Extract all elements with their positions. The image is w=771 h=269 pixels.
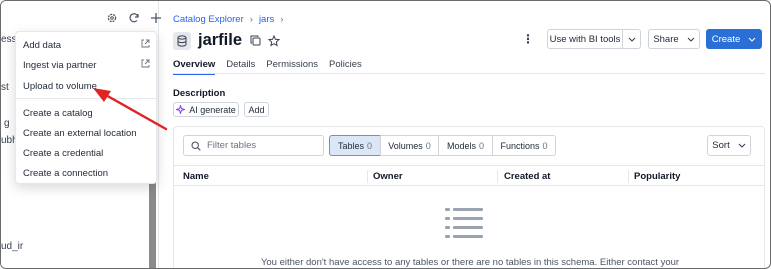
page-title: jarfile xyxy=(198,31,243,49)
sparkle-icon xyxy=(176,105,186,114)
menu-item-label: Create a connection xyxy=(23,167,109,179)
segment-label: Functions xyxy=(500,140,540,151)
chevron-down-icon xyxy=(748,37,756,42)
empty-list-icon xyxy=(445,208,483,238)
column-divider xyxy=(367,170,368,183)
segment-functions[interactable]: Functions 0 xyxy=(492,135,556,156)
breadcrumb: Catalog Explorer › jars › xyxy=(173,14,283,25)
breadcrumb-separator-icon: › xyxy=(280,14,284,25)
menu-item-add-data[interactable]: Add data xyxy=(16,35,156,55)
menu-item-label: Create an external location xyxy=(23,127,137,139)
sidebar-clipped-text: g xyxy=(4,118,10,129)
create-button[interactable]: Create xyxy=(706,29,762,49)
menu-item-label: Ingest via partner xyxy=(23,59,97,71)
segment-count: 0 xyxy=(367,140,373,151)
bi-tools-dropdown-button[interactable] xyxy=(623,29,641,49)
schema-icon xyxy=(173,31,191,50)
menu-item-label: Add data xyxy=(23,39,62,51)
chevron-down-icon xyxy=(687,37,695,42)
plus-icon[interactable] xyxy=(149,11,163,25)
menu-item-ingest-via-partner[interactable]: Ingest via partner xyxy=(16,55,156,75)
menu-item-label: Create a catalog xyxy=(23,107,93,119)
menu-item-label: Upload to volume xyxy=(23,80,97,92)
menu-item-label: Create a credential xyxy=(23,147,104,159)
column-owner[interactable]: Owner xyxy=(373,171,403,182)
chevron-down-icon xyxy=(738,143,746,148)
segment-count: 0 xyxy=(542,140,548,151)
column-popularity[interactable]: Popularity xyxy=(634,171,680,182)
share-button-label: Share xyxy=(653,33,679,45)
filter-tables-input[interactable] xyxy=(207,140,317,151)
tab-divider xyxy=(173,73,765,74)
column-divider xyxy=(497,170,498,183)
chevron-down-icon xyxy=(628,37,635,42)
breadcrumb-separator-icon: › xyxy=(249,14,253,25)
header-actions: ⋮ Use with BI tools Share Create xyxy=(521,29,762,49)
table-header: Name Owner Created at Popularity xyxy=(174,165,764,186)
gear-icon[interactable] xyxy=(105,11,119,25)
ai-generate-label: AI generate xyxy=(189,104,236,115)
breadcrumb-schema[interactable]: jars xyxy=(259,14,274,25)
segment-volumes[interactable]: Volumes 0 xyxy=(380,135,439,156)
search-icon xyxy=(191,140,201,151)
menu-item-upload-to-volume[interactable]: Upload to volume xyxy=(16,76,156,96)
menu-item-create-catalog[interactable]: Create a catalog xyxy=(16,103,156,123)
segment-label: Models xyxy=(446,140,476,151)
segment-label: Volumes xyxy=(388,140,423,151)
create-button-label: Create xyxy=(711,33,741,45)
refresh-icon[interactable] xyxy=(127,11,141,25)
menu-item-create-connection[interactable]: Create a connection xyxy=(16,163,156,183)
menu-item-create-credential[interactable]: Create a credential xyxy=(16,143,156,163)
kebab-menu-icon[interactable]: ⋮ xyxy=(521,29,535,49)
column-created-at[interactable]: Created at xyxy=(504,171,550,182)
column-name[interactable]: Name xyxy=(183,171,209,182)
menu-divider xyxy=(16,98,156,99)
external-link-icon xyxy=(141,39,151,49)
segment-tables[interactable]: Tables 0 xyxy=(329,135,381,156)
description-actions: AI generate Add xyxy=(173,102,269,117)
sort-label: Sort xyxy=(712,140,730,151)
window-frame: ess st g ubh ud_ir Add data Ingest via p… xyxy=(0,0,771,269)
sidebar-toolbar xyxy=(105,11,163,25)
title-row: jarfile xyxy=(173,31,281,50)
sort-button[interactable]: Sort xyxy=(707,135,751,156)
add-dropdown-menu: Add data Ingest via partner Upload to vo… xyxy=(15,31,157,184)
add-description-button[interactable]: Add xyxy=(244,102,269,117)
asset-type-toggle: Tables 0 Volumes 0 Models 0 Functions 0 xyxy=(329,135,556,156)
star-icon[interactable] xyxy=(268,34,281,47)
share-button[interactable]: Share xyxy=(648,29,700,49)
ai-generate-button[interactable]: AI generate xyxy=(173,102,239,117)
use-with-bi-tools-button[interactable]: Use with BI tools xyxy=(547,29,623,49)
copy-icon[interactable] xyxy=(249,35,261,47)
segment-label: Tables xyxy=(337,140,364,151)
sidebar-clipped-text: ud_ir xyxy=(1,241,24,252)
segment-models[interactable]: Models 0 xyxy=(438,135,493,156)
menu-item-create-external-location[interactable]: Create an external location xyxy=(16,123,156,143)
filter-tables-field[interactable] xyxy=(183,135,324,156)
description-label: Description xyxy=(173,88,226,99)
tables-panel: Tables0 Volumes0 Models0 Functions0 Sort… xyxy=(173,126,765,268)
column-divider xyxy=(628,170,629,183)
segment-count: 0 xyxy=(479,140,485,151)
segment-count: 0 xyxy=(425,140,431,151)
empty-state-message: You either don't have access to any tabl… xyxy=(260,257,680,268)
external-link-icon xyxy=(141,59,151,69)
sidebar-clipped-text: st xyxy=(1,82,9,93)
breadcrumb-catalog-explorer[interactable]: Catalog Explorer xyxy=(173,14,244,25)
